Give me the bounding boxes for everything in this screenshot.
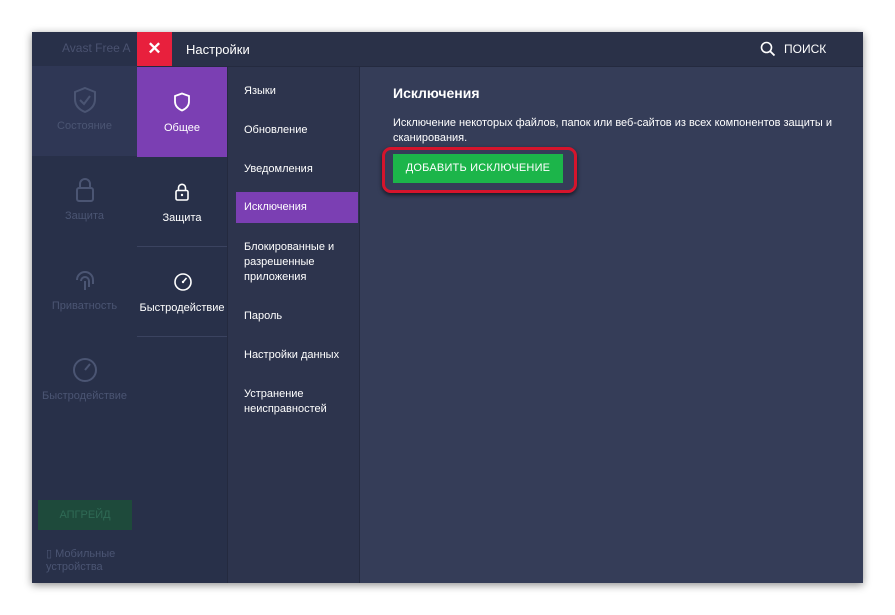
submenu-item-password[interactable]: Пароль: [228, 309, 359, 324]
phone-icon: ▯: [46, 548, 53, 560]
settings-title: Настройки: [186, 42, 250, 57]
category-performance[interactable]: Быстродействие: [137, 247, 227, 337]
submenu-item-blocked-allowed-apps[interactable]: Блокированные и разрешенные приложения: [228, 240, 359, 285]
category-label: Защита: [162, 212, 202, 224]
submenu-label-line: Устранение: [244, 388, 304, 400]
settings-topbar: ✕ Настройки ПОИСК: [137, 32, 863, 67]
section-title: Исключения: [393, 85, 480, 101]
search-label: ПОИСК: [784, 42, 827, 56]
shield-check-icon: [73, 86, 96, 114]
submenu-label: Настройки данных: [244, 349, 340, 361]
submenu-label: Исключения: [244, 201, 307, 213]
submenu-label-line: приложения: [244, 271, 307, 283]
speedometer-icon: [72, 358, 97, 382]
submenu-item-troubleshooting[interactable]: Устранение неисправностей: [228, 387, 359, 417]
shield-icon: [174, 92, 190, 112]
background-nav-label: Состояние: [57, 120, 112, 132]
category-label: Общее: [163, 122, 201, 134]
app-window: Avast Free A Состояние Защита Приватност…: [32, 32, 863, 583]
submenu-item-update[interactable]: Обновление: [228, 123, 359, 138]
background-app-title: Avast Free A: [62, 41, 131, 55]
speedometer-icon: [174, 273, 192, 291]
submenu-label: Уведомления: [244, 163, 313, 175]
exclusions-content: Исключения Исключение некоторых файлов, …: [359, 67, 863, 583]
background-mobile-label: устройства: [46, 561, 103, 573]
submenu-item-data-settings[interactable]: Настройки данных: [228, 348, 359, 363]
submenu-label: Языки: [244, 85, 276, 97]
lock-icon: [175, 183, 189, 201]
submenu-label: Пароль: [244, 310, 283, 322]
background-mobile-devices: ▯ Мобильные устройства: [46, 548, 115, 574]
close-button[interactable]: ✕: [137, 32, 172, 66]
background-nav-privacy: Приватность: [32, 246, 137, 336]
background-mobile-label: Мобильные: [55, 548, 116, 560]
category-label: Быстродействие: [139, 302, 225, 314]
category-protection[interactable]: Защита: [137, 157, 227, 247]
background-nav-status: Состояние: [32, 66, 137, 156]
category-list: Общее Защита Быстродействие: [137, 67, 228, 583]
lock-icon: [75, 178, 94, 202]
settings-panel: ✕ Настройки ПОИСК Общее Защита Быстродей…: [137, 32, 863, 583]
search-button[interactable]: ПОИСК: [760, 41, 826, 57]
submenu-item-notifications[interactable]: Уведомления: [228, 162, 359, 177]
submenu-item-languages[interactable]: Языки: [228, 84, 359, 99]
submenu-item-exclusions[interactable]: Исключения: [236, 192, 358, 223]
background-sidebar: Avast Free A Состояние Защита Приватност…: [32, 32, 137, 583]
submenu-list: Языки Обновление Уведомления Исключения …: [228, 67, 360, 583]
background-nav-performance: Быстродействие: [32, 336, 137, 426]
category-general[interactable]: Общее: [137, 67, 227, 157]
background-nav-label: Быстродействие: [42, 390, 127, 402]
background-nav-label: Приватность: [51, 300, 118, 312]
background-upgrade-button: АПГРЕЙД: [38, 500, 132, 530]
section-description: Исключение некоторых файлов, папок или в…: [393, 117, 832, 144]
fingerprint-icon: [75, 271, 94, 290]
submenu-label-line: разрешенные: [244, 256, 315, 268]
submenu-label-line: неисправностей: [244, 403, 327, 415]
background-nav-label: Защита: [65, 210, 104, 222]
add-exclusion-button[interactable]: ДОБАВИТЬ ИСКЛЮЧЕНИЕ: [393, 154, 563, 183]
submenu-label-line: Блокированные и: [244, 241, 335, 253]
background-nav-protection: Защита: [32, 156, 137, 246]
search-icon: [760, 41, 776, 57]
submenu-label: Обновление: [244, 124, 308, 136]
